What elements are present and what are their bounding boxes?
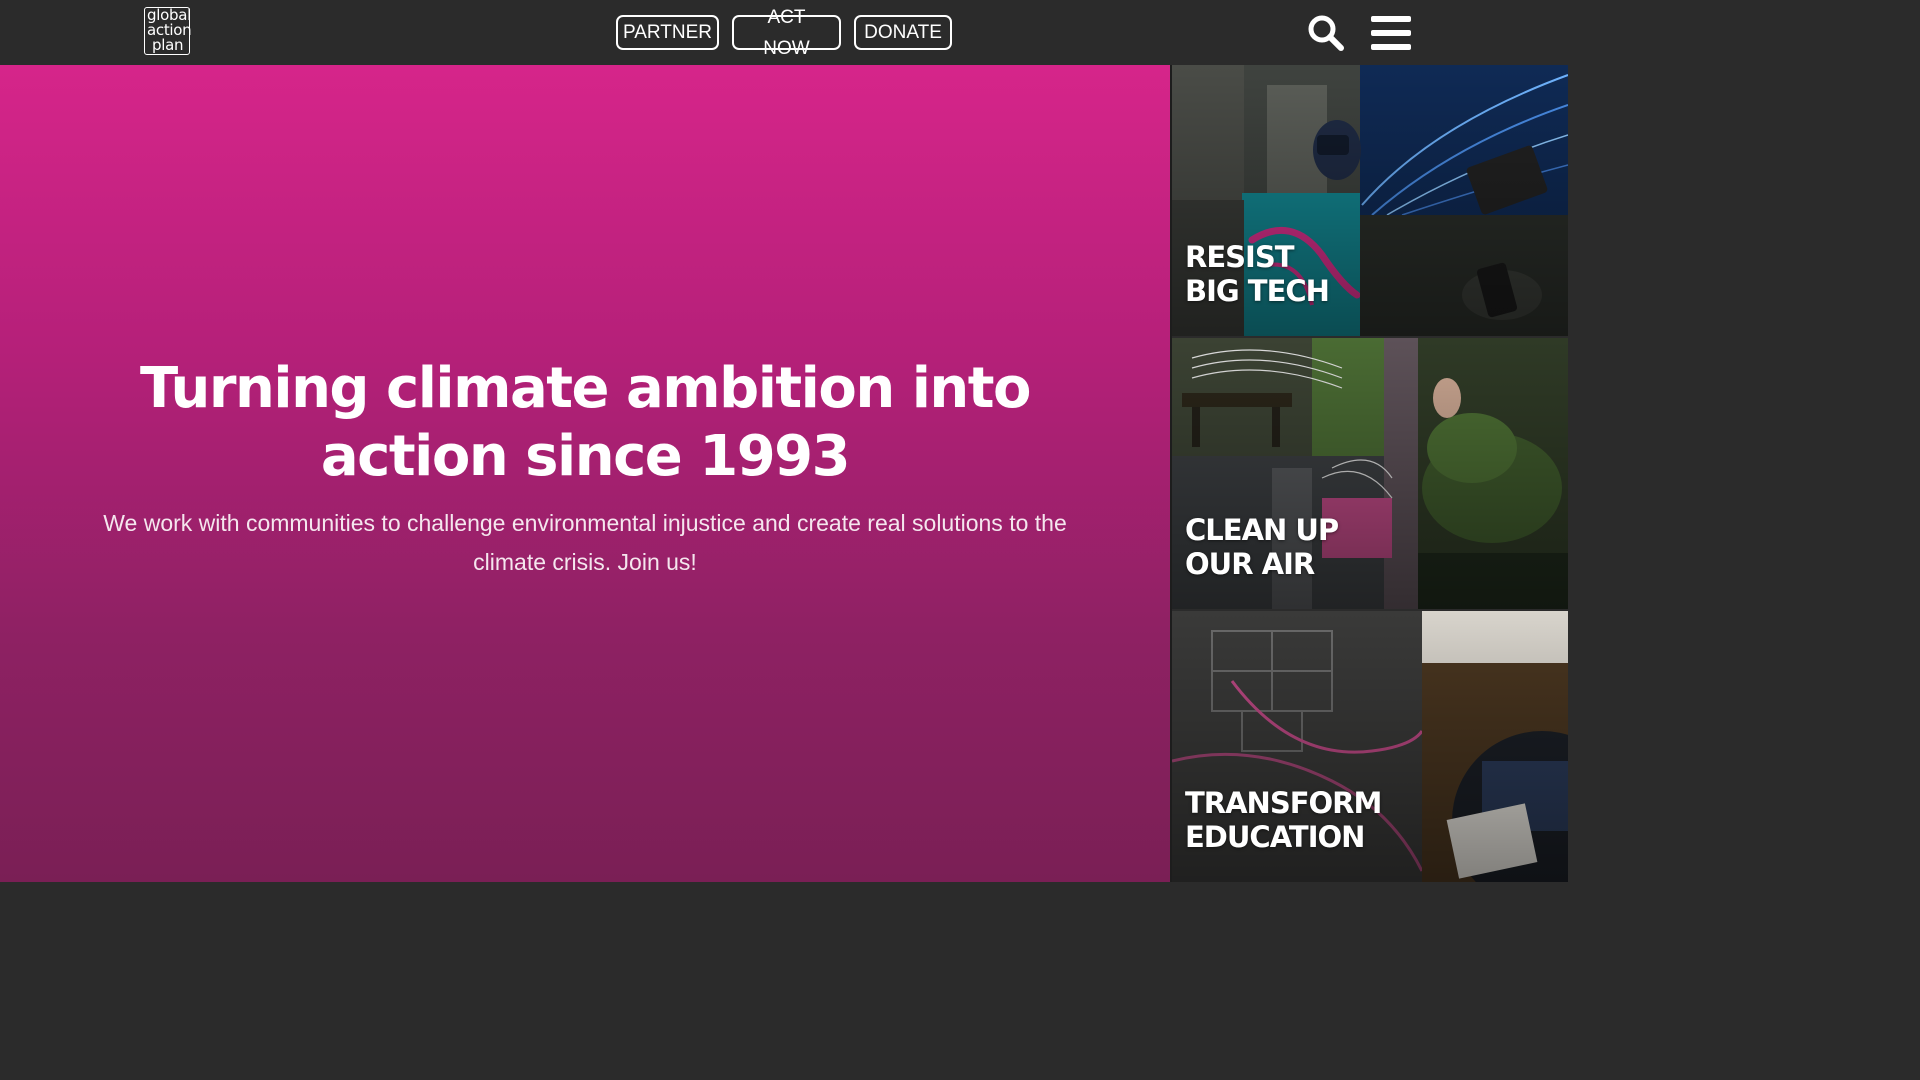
hamburger-menu-icon[interactable]: [1371, 15, 1411, 51]
donate-button[interactable]: DONATE: [854, 15, 952, 50]
tile-label: TRANSFORM EDUCATION: [1185, 786, 1382, 854]
tile-resist-big-tech[interactable]: RESIST BIG TECH: [1172, 65, 1568, 336]
hero-section: Turning climate ambition into action sin…: [0, 65, 1170, 882]
tile-label-line: TRANSFORM: [1185, 786, 1382, 820]
tile-clean-up-our-air[interactable]: CLEAN UP OUR AIR: [1172, 338, 1568, 609]
tile-label-line: CLEAN UP: [1185, 513, 1339, 547]
tile-label-line: RESIST: [1185, 240, 1294, 274]
tile-label: CLEAN UP OUR AIR: [1185, 513, 1339, 581]
menu-bar: [1371, 30, 1411, 36]
logo-word-3: plan: [152, 36, 184, 54]
tile-label: RESIST BIG TECH: [1185, 240, 1330, 308]
hero-title: Turning climate ambition into action sin…: [139, 356, 1032, 489]
hero-subtitle: We work with communities to challenge en…: [103, 510, 1067, 575]
tile-transform-education[interactable]: TRANSFORM EDUCATION: [1172, 611, 1568, 882]
menu-bar: [1371, 16, 1411, 22]
search-icon[interactable]: [1307, 14, 1345, 52]
site-header: global action plan PARTNER ACT NOW DONAT…: [0, 0, 1568, 65]
campaign-tiles: RESIST BIG TECH CLEAN UP OUR AIR TRANSFO…: [1172, 65, 1568, 882]
global-action-plan-logo[interactable]: global action plan: [143, 6, 195, 58]
tile-label-line: OUR AIR: [1185, 547, 1315, 581]
menu-bar: [1371, 44, 1411, 50]
partner-button[interactable]: PARTNER: [616, 15, 719, 50]
act-now-button[interactable]: ACT NOW: [732, 7, 841, 59]
header-action-buttons: PARTNER ACT NOW DONATE: [616, 7, 952, 59]
tile-label-line: BIG TECH: [1185, 274, 1330, 308]
tile-label-line: EDUCATION: [1185, 820, 1365, 854]
